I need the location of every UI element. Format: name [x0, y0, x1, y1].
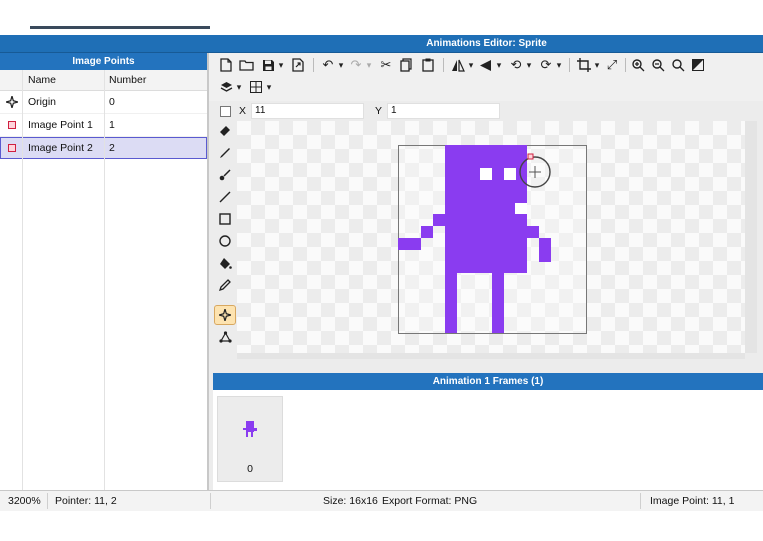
save-dropdown-icon[interactable]: ▾: [277, 55, 285, 75]
mirror-icon[interactable]: [477, 55, 495, 75]
zoom-level: 3200%: [8, 495, 41, 507]
sprite-size: Size: 16x16: [323, 495, 378, 507]
flip-horizontal-icon[interactable]: [449, 55, 467, 75]
copy-icon[interactable]: [397, 55, 415, 75]
color-picker-icon[interactable]: [214, 275, 236, 295]
open-folder-icon[interactable]: [237, 55, 255, 75]
image-point-number: 2: [109, 142, 115, 154]
x-coordinate-input[interactable]: 11: [251, 103, 364, 119]
rotate-right-dropdown-icon[interactable]: ▾: [555, 55, 563, 75]
frames-header: Animation 1 Frames (1): [213, 373, 763, 390]
y-label: Y: [375, 105, 383, 117]
vertical-scrollbar[interactable]: [745, 121, 757, 353]
rotate-right-icon[interactable]: ⟳: [537, 55, 555, 75]
top-strip: [0, 0, 763, 33]
fill-bucket-icon[interactable]: [214, 253, 236, 273]
image-point-icon: [1, 114, 23, 136]
rotate-left-icon[interactable]: ⟲: [507, 55, 525, 75]
window-title: Animations Editor: Sprite: [426, 38, 547, 49]
sprite-canvas-area[interactable]: [237, 121, 745, 353]
image-point-number: 0: [109, 96, 115, 108]
image-points-header: Image Points: [0, 53, 207, 70]
drawing-tools: [209, 121, 239, 373]
rectangle-icon[interactable]: [214, 209, 236, 229]
undo-icon[interactable]: ↶: [319, 55, 337, 75]
frame-thumbnail[interactable]: 0: [217, 396, 283, 482]
image-point-number: 1: [109, 119, 115, 131]
mirror-dropdown-icon[interactable]: ▾: [495, 55, 503, 75]
window-title-bar: Animations Editor: Sprite: [0, 35, 763, 53]
origin-crosshair-icon: [1, 91, 23, 113]
crop-icon[interactable]: [575, 55, 593, 75]
zoom-in-icon[interactable]: [629, 55, 647, 75]
sprite-canvas[interactable]: [237, 121, 745, 353]
frames-panel: 0: [213, 390, 763, 490]
redo-dropdown-icon[interactable]: ▾: [365, 55, 373, 75]
frame-index: 0: [247, 463, 253, 475]
line-icon[interactable]: [214, 187, 236, 207]
zoom-reset-icon[interactable]: [669, 55, 687, 75]
grid-icon[interactable]: [247, 77, 265, 97]
column-header-name[interactable]: Name: [28, 70, 56, 90]
transform-tool-icon[interactable]: [214, 327, 236, 347]
brush-icon[interactable]: [214, 165, 236, 185]
column-header-number[interactable]: Number: [109, 70, 146, 90]
crop-dropdown-icon[interactable]: ▾: [593, 55, 601, 75]
sprite-editor: ▾ ↶ ▾ ↷ ▾ ✂ ▾ ▾ ⟲ ▾ ⟳ ▾ ▾ ⤢ ▾ ▾ X 11 Y 1…: [209, 53, 763, 490]
coordinate-bar: X 11 Y 1: [209, 101, 763, 121]
image-point-position: Image Point: 11, 1: [650, 495, 735, 507]
new-file-icon[interactable]: [217, 55, 235, 75]
eraser-icon[interactable]: [214, 121, 236, 141]
pointer-position: Pointer: 11, 2: [55, 495, 117, 507]
paste-icon[interactable]: [419, 55, 437, 75]
editor-toolbar: ▾ ↶ ▾ ↷ ▾ ✂ ▾ ▾ ⟲ ▾ ⟳ ▾ ▾ ⤢ ▾ ▾: [209, 53, 763, 101]
export-format: Export Format: PNG: [382, 495, 478, 507]
top-tab-indicator: [30, 26, 210, 29]
redo-icon[interactable]: ↷: [347, 55, 365, 75]
rotate-left-dropdown-icon[interactable]: ▾: [525, 55, 533, 75]
flip-dropdown-icon[interactable]: ▾: [467, 55, 475, 75]
zoom-out-icon[interactable]: [649, 55, 667, 75]
layers-dropdown-icon[interactable]: ▾: [235, 77, 243, 97]
status-bar: 3200% Pointer: 11, 2 Size: 16x16 Export …: [0, 490, 763, 511]
y-coordinate-input[interactable]: 1: [387, 103, 500, 119]
layers-icon[interactable]: [217, 77, 235, 97]
grid-dropdown-icon[interactable]: ▾: [265, 77, 273, 97]
undo-dropdown-icon[interactable]: ▾: [337, 55, 345, 75]
x-label: X: [239, 105, 247, 117]
column-divider: [22, 70, 23, 490]
image-point-name: Image Point 2: [28, 142, 93, 154]
horizontal-scrollbar[interactable]: [237, 353, 745, 359]
image-point-name: Origin: [28, 96, 57, 108]
frame-sprite-preview: [243, 421, 257, 437]
resize-icon[interactable]: ⤢: [603, 55, 621, 75]
column-divider: [104, 70, 105, 490]
image-point-tool-icon[interactable]: [214, 305, 236, 325]
save-icon[interactable]: [259, 55, 277, 75]
pencil-icon[interactable]: [214, 143, 236, 163]
image-point-icon: [1, 137, 23, 159]
coordinate-checkbox[interactable]: [220, 106, 231, 117]
toggle-background-icon[interactable]: [689, 55, 707, 75]
cut-icon[interactable]: ✂: [377, 55, 395, 75]
export-file-icon[interactable]: [289, 55, 307, 75]
image-point-name: Image Point 1: [28, 119, 93, 131]
ellipse-icon[interactable]: [214, 231, 236, 251]
